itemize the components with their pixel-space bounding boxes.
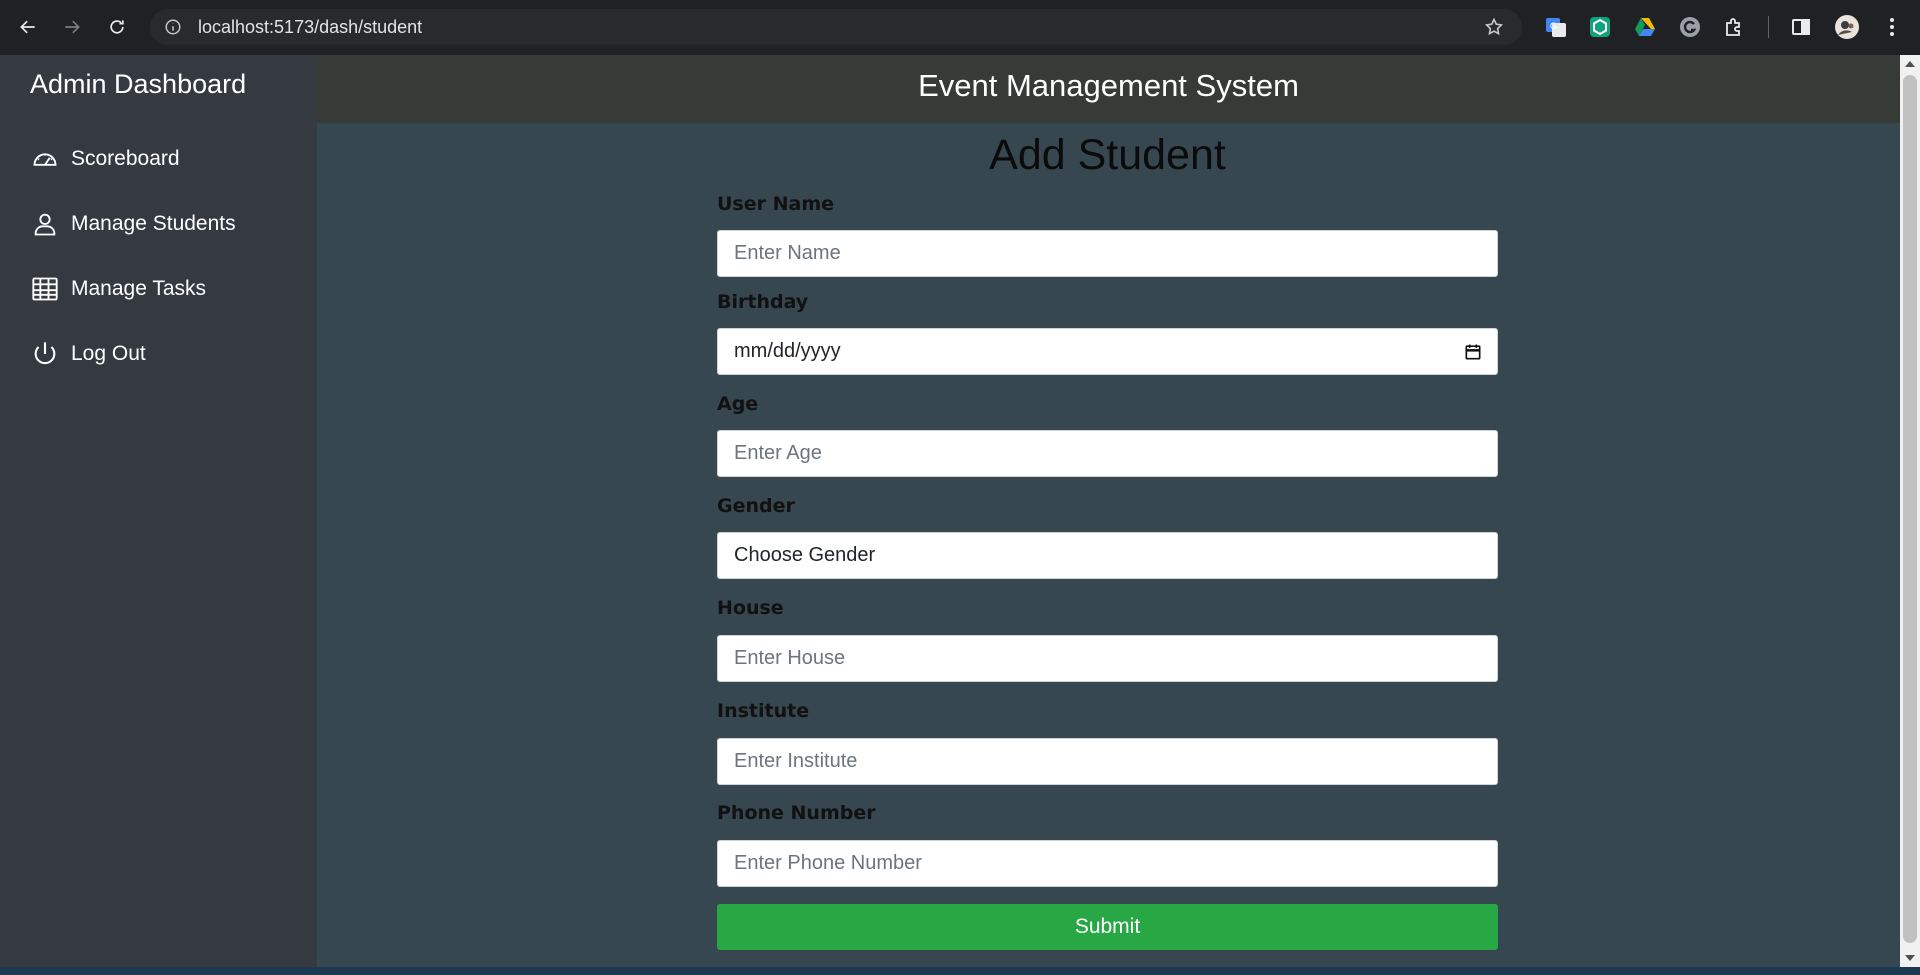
power-icon [30, 339, 60, 369]
scroll-up-arrow-icon[interactable] [1905, 61, 1915, 67]
table-grid-icon [30, 274, 60, 304]
speedometer-icon [30, 144, 60, 174]
label-age: Age [717, 393, 759, 415]
sidebar-item-label: Log Out [71, 342, 146, 365]
scroll-down-arrow-icon[interactable] [1905, 955, 1915, 961]
sidebar-item-label: Scoreboard [71, 147, 180, 170]
page-title: Event Management System [918, 68, 1299, 103]
scrollbar-thumb[interactable] [1903, 75, 1917, 943]
user-name-input[interactable]: Enter Name [717, 230, 1498, 277]
house-input[interactable]: Enter House [717, 635, 1498, 682]
header-bar: Event Management System [317, 55, 1900, 123]
sidebar: Admin Dashboard Scoreboard Manage Studen… [0, 55, 317, 967]
page-viewport: Admin Dashboard Scoreboard Manage Studen… [0, 55, 1900, 967]
sidebar-item-manage-students[interactable]: Manage Students [30, 206, 236, 242]
sidebar-item-manage-tasks[interactable]: Manage Tasks [30, 271, 206, 307]
toolbar-divider [1768, 16, 1769, 38]
submit-button[interactable]: Submit [717, 904, 1498, 950]
profile-avatar[interactable] [1834, 14, 1860, 40]
sidebar-title: Admin Dashboard [30, 69, 247, 99]
sidebar-item-log-out[interactable]: Log Out [30, 336, 146, 372]
institute-input[interactable]: Enter Institute [717, 738, 1498, 785]
bookmark-star-icon[interactable] [1484, 17, 1504, 41]
phone-number-input[interactable]: Enter Phone Number [717, 840, 1498, 887]
gender-select[interactable]: Choose Gender [717, 532, 1498, 579]
site-info-icon[interactable] [164, 18, 182, 36]
label-gender: Gender [717, 495, 795, 517]
menu-dots-icon[interactable] [1879, 14, 1905, 40]
google-drive-icon[interactable] [1632, 14, 1658, 40]
grammarly-icon[interactable] [1677, 14, 1703, 40]
google-translate-icon[interactable]: G [1543, 14, 1569, 40]
url-text[interactable]: localhost:5173/dash/student [198, 17, 422, 38]
label-user-name: User Name [717, 193, 835, 215]
side-panel-icon[interactable] [1788, 14, 1814, 40]
forward-icon[interactable] [58, 13, 86, 41]
sidebar-item-scoreboard[interactable]: Scoreboard [30, 141, 180, 177]
calendar-icon[interactable] [1463, 342, 1483, 368]
reload-icon[interactable] [103, 13, 131, 41]
browser-toolbar: localhost:5173/dash/student G [0, 0, 1920, 55]
extensions-puzzle-icon[interactable] [1721, 14, 1747, 40]
sidebar-item-label: Manage Students [71, 212, 236, 235]
back-icon[interactable] [14, 13, 42, 41]
page-scrollbar[interactable] [1900, 55, 1920, 967]
birthday-date-input[interactable]: mm/dd/yyyy [717, 328, 1498, 375]
person-icon [30, 209, 60, 239]
label-birthday: Birthday [717, 291, 809, 313]
label-phone-number: Phone Number [717, 802, 876, 824]
birthday-value: mm/dd/yyyy [734, 340, 841, 362]
label-institute: Institute [717, 700, 810, 722]
form-title: Add Student [989, 131, 1226, 179]
sidebar-item-label: Manage Tasks [71, 277, 207, 300]
svg-text:G: G [1550, 21, 1557, 31]
extension-hex-icon[interactable] [1587, 14, 1613, 40]
taskbar-edge [0, 967, 1920, 975]
label-house: House [717, 597, 784, 619]
age-input[interactable]: Enter Age [717, 430, 1498, 477]
address-bar[interactable]: localhost:5173/dash/student [150, 9, 1522, 45]
